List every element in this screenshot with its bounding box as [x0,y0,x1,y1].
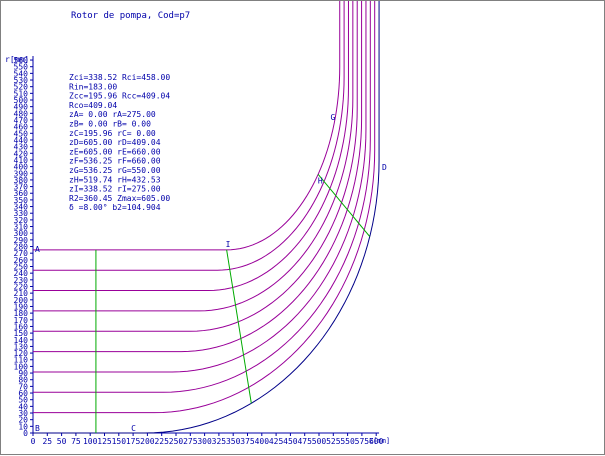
x-tick-label: 475 [297,437,312,446]
parameter-line: zI=338.52 rI=275.00 [69,185,161,194]
x-tick-label: 550 [340,437,355,446]
parameter-line: zG=536.25 rG=550.00 [69,166,161,175]
parameter-line: zH=519.74 rH=432.53 [69,175,161,184]
parameter-line: zF=536.25 rF=660.00 [69,157,161,166]
plot-title: Rotor de pompa, Cod=p7 [71,11,190,21]
x-tick-label: 75 [71,437,81,446]
parameter-line: zE=605.00 rE=660.00 [69,147,161,156]
point-label-d: D [382,163,387,172]
x-tick-label: 50 [57,437,67,446]
point-labels: ABCDEFGHI [35,113,387,433]
point-label-b: B [35,424,40,433]
x-tick-label: 325 [212,437,227,446]
parameter-line: Rco=409.04 [69,101,117,110]
point-label-i: I [226,240,231,249]
x-tick-label: 400 [255,437,270,446]
parameter-line: δ =8.00° b2=104.904 [69,203,161,212]
window-frame: Rotor de pompa, Cod=p7 r[mm] Z[mm] 560 55… [0,0,605,455]
x-tick-label: 150 [112,437,127,446]
x-tick-label: 450 [283,437,298,446]
x-tick-label: 100 [83,437,98,446]
x-tick-label: 500 [312,437,327,446]
x-tick-label: 525 [326,437,341,446]
streamlines [32,1,380,434]
x-tick-labels: 0 25 50 75 100 125 150 175 200 225 250 275 300 325 350… [31,433,384,446]
exit-section [317,174,371,237]
x-tick-label: 275 [183,437,198,446]
parameter-line: zA= 0.00 rA=275.00 [69,110,156,119]
x-tick-label: 200 [140,437,155,446]
x-tick-label: 575 [355,437,370,446]
point-label-g: G [330,113,335,122]
x-tick-label: 425 [269,437,284,446]
x-tick-label: 225 [154,437,169,446]
x-tick-label: 0 [31,437,36,446]
mid-section [226,249,252,404]
x-tick-label: 350 [226,437,241,446]
x-tick-label: 25 [42,437,52,446]
parameter-line: Rin=183.00 [69,82,117,91]
meridional-plot: Rotor de pompa, Cod=p7 r[mm] Z[mm] 56055… [5,1,390,446]
parameter-line: R2=360.45 Zmax=605.00 [69,194,170,203]
parameter-line: zB= 0.00 rB= 0.00 [69,120,151,129]
x-tick-label: 600 [369,437,384,446]
point-label-h: H [318,176,323,185]
x-tick-label: 175 [126,437,141,446]
point-label-c: C [131,424,136,433]
x-tick-label: 250 [169,437,184,446]
parameter-line: zD=605.00 rD=409.04 [69,138,161,147]
y-tick-labels: 5605505405305205105004904804704604504404… [14,56,33,438]
parameter-line: Zci=338.52 Rci=458.00 [69,73,170,82]
x-tick-label: 125 [97,437,112,446]
y-tick-label: 0 [23,429,28,438]
parameter-line: zC=195.96 rC= 0.00 [69,129,156,138]
parameter-line: Zcc=195.96 Rcc=409.04 [69,92,170,101]
x-tick-label: 300 [197,437,212,446]
parameter-list: Zci=338.52 Rci=458.00Rin=183.00Zcc=195.9… [69,73,170,212]
x-tick-label: 375 [240,437,255,446]
point-label-a: A [35,245,40,254]
